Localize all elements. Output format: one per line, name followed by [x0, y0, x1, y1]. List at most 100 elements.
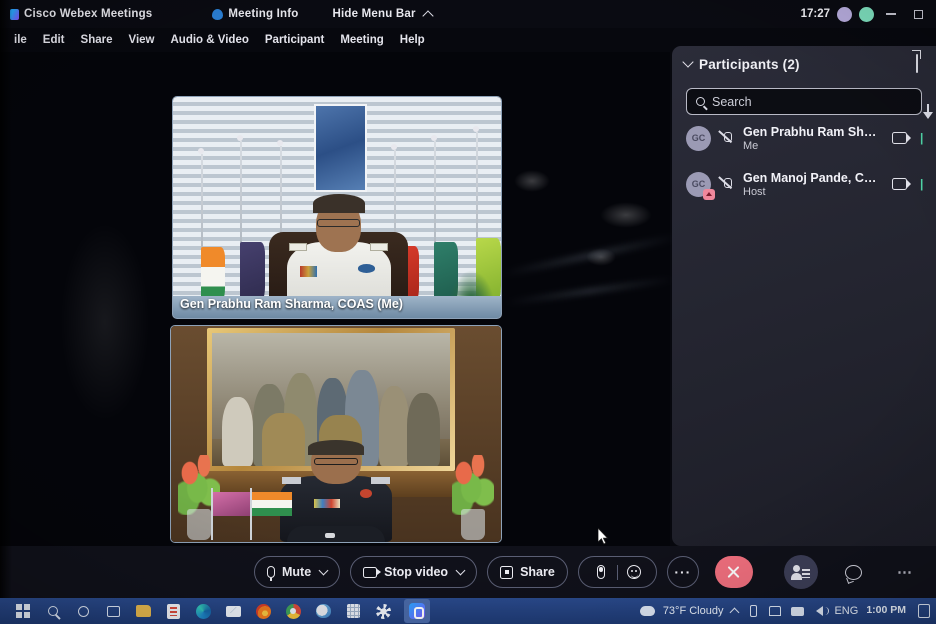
tile1-flag-india	[193, 148, 226, 310]
volume-tray-icon[interactable]	[812, 605, 829, 618]
stop-video-label: Stop video	[384, 565, 449, 579]
webex-meetings-window: Cisco Webex Meetings Meeting Info Hide M…	[0, 0, 936, 598]
divider	[616, 564, 618, 580]
tile2-flower-right	[451, 454, 495, 540]
taskbar-search-button[interactable]	[44, 602, 62, 620]
chevron-down-icon[interactable]	[682, 56, 694, 68]
meeting-control-bar: Mute Stop video Share ··· ⋯	[0, 546, 936, 598]
folder-icon	[135, 605, 151, 617]
record-button[interactable]	[588, 565, 614, 579]
network-quality-icon[interactable]	[859, 6, 874, 22]
leave-meeting-button[interactable]	[714, 556, 753, 588]
share-label: Share	[520, 565, 555, 579]
notification-center-button[interactable]	[918, 604, 930, 618]
participant-row-host[interactable]: GC Gen Manoj Pande, COAS Host |	[672, 161, 936, 207]
network-tray-icon[interactable]	[768, 605, 782, 618]
taskbar-calculator[interactable]	[344, 602, 362, 620]
taskbar-edge[interactable]	[194, 602, 212, 620]
mute-label: Mute	[282, 565, 312, 579]
language-indicator[interactable]: ENG	[834, 605, 858, 617]
chat-icon	[844, 564, 862, 580]
recording-badge-icon[interactable]	[837, 6, 852, 22]
meeting-info-button[interactable]: Meeting Info	[212, 8, 298, 20]
video-on-icon[interactable]	[892, 178, 911, 190]
avatar: GC	[686, 171, 715, 200]
monitor-screen: Cisco Webex Meetings Meeting Info Hide M…	[0, 0, 936, 624]
screen-glare-4	[60, 222, 150, 422]
taskbar-paint[interactable]	[314, 602, 332, 620]
participant-name: Gen Manoj Pande, COAS	[743, 170, 883, 185]
taskbar-settings[interactable]	[374, 602, 392, 620]
taskbar-apps	[0, 599, 430, 623]
search-input[interactable]	[712, 94, 912, 109]
share-button[interactable]: Share	[487, 556, 568, 588]
chrome-icon	[285, 603, 301, 619]
chevron-down-icon[interactable]	[318, 565, 329, 575]
hide-menu-bar-button[interactable]: Hide Menu Bar	[333, 8, 434, 22]
participant-name: Gen Prabhu Ram Sharm...	[743, 124, 883, 139]
mic-muted-icon[interactable]	[720, 177, 734, 191]
video-tile-host[interactable]	[170, 325, 502, 543]
control-bar-right: ⋯	[784, 555, 936, 589]
menu-item-view[interactable]: View	[129, 34, 155, 46]
windows-taskbar: 73°F Cloudy ENG 1:00 PM	[0, 598, 936, 624]
menu-item-help[interactable]: Help	[400, 34, 425, 46]
mute-button[interactable]: Mute	[254, 556, 341, 588]
taskbar-mail[interactable]	[224, 602, 242, 620]
participants-icon	[791, 564, 810, 580]
battery-tray-icon[interactable]	[746, 605, 760, 618]
edge-icon	[195, 603, 211, 619]
gear-icon	[375, 603, 391, 619]
cortana-icon	[77, 605, 89, 617]
popout-panel-button[interactable]	[916, 54, 918, 73]
more-options-button[interactable]: ···	[666, 556, 699, 588]
screen-streak-2	[505, 276, 675, 306]
weather-cloud-icon	[639, 606, 655, 616]
maximize-button[interactable]	[908, 6, 928, 22]
task-view-button[interactable]	[104, 602, 122, 620]
menu-item-edit[interactable]: Edit	[43, 34, 65, 46]
share-screen-icon	[500, 565, 514, 579]
participant-row-self[interactable]: GC Gen Prabhu Ram Sharm... Me |	[672, 115, 936, 161]
menu-item-audio-video[interactable]: Audio & Video	[171, 34, 249, 46]
host-badge-icon	[703, 188, 715, 200]
participant-search-box[interactable]	[686, 88, 922, 115]
mail-icon	[225, 605, 241, 617]
participants-panel-button[interactable]	[784, 555, 818, 589]
clock-time: 1:00 PM	[866, 604, 906, 617]
taskbar-webex[interactable]	[404, 599, 430, 623]
taskbar-file-explorer[interactable]	[134, 602, 152, 620]
taskbar-firefox[interactable]	[254, 602, 272, 620]
tile1-flag-dark	[232, 135, 265, 310]
more-options-label: ···	[674, 564, 692, 580]
chevron-down-icon[interactable]	[455, 565, 466, 575]
video-on-icon[interactable]	[892, 132, 911, 144]
participant-role: Me	[743, 139, 759, 152]
show-hidden-icons-button[interactable]	[730, 607, 740, 618]
cortana-button[interactable]	[74, 602, 92, 620]
chat-panel-button[interactable]	[836, 555, 870, 589]
taskbar-chrome[interactable]	[284, 602, 302, 620]
usb-tray-icon[interactable]	[790, 605, 804, 618]
mic-muted-icon[interactable]	[720, 131, 734, 145]
stop-video-button[interactable]: Stop video	[350, 556, 478, 588]
start-button[interactable]	[14, 602, 32, 620]
title-bar: Cisco Webex Meetings Meeting Info Hide M…	[0, 0, 936, 28]
windows-logo-icon	[16, 604, 30, 618]
download-arrow-icon[interactable]	[922, 104, 934, 120]
video-tile-self[interactable]: Gen Prabhu Ram Sharma, COAS (Me)	[172, 96, 502, 319]
panel-more-button[interactable]: ⋯	[888, 555, 922, 589]
reactions-button[interactable]	[621, 565, 647, 579]
taskbar-clock[interactable]: 1:00 PM	[866, 605, 910, 616]
minimize-button[interactable]	[881, 6, 901, 22]
task-view-icon	[106, 605, 120, 617]
taskbar-excel[interactable]	[164, 602, 182, 620]
weather-label[interactable]: 73°F Cloudy	[663, 605, 724, 617]
screen-glare-2	[600, 202, 652, 228]
microphone-icon	[267, 566, 275, 581]
menu-item-share[interactable]: Share	[81, 34, 113, 46]
menu-item-file[interactable]: ile	[14, 34, 27, 46]
avatar: GC	[686, 125, 711, 151]
menu-item-meeting[interactable]: Meeting	[340, 34, 383, 46]
menu-item-participant[interactable]: Participant	[265, 34, 324, 46]
